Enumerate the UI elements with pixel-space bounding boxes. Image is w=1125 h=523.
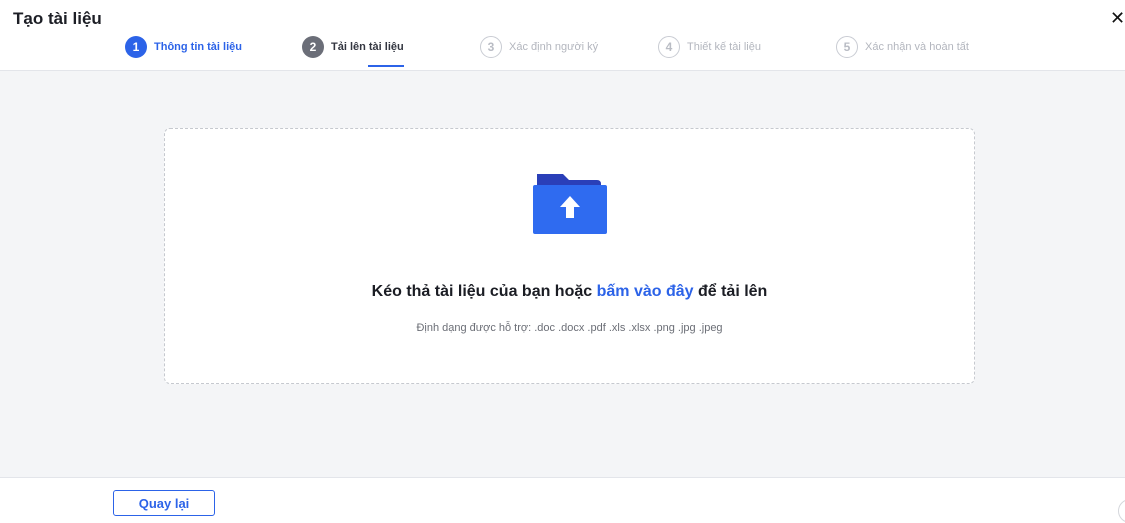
step-label: Xác nhận và hoàn tất <box>865 41 969 53</box>
step-label: Xác định người ký <box>509 41 599 53</box>
upload-area: Kéo thả tài liệu của bạn hoặc bấm vào đâ… <box>0 71 1125 477</box>
dropzone-instructions: Kéo thả tài liệu của bạn hoặc bấm vào đâ… <box>165 283 974 301</box>
back-button[interactable]: Quay lại <box>113 490 215 516</box>
step-label: Tải lên tài liệu <box>331 41 404 53</box>
modal-footer: Quay lại <box>0 477 1125 523</box>
browse-files-link[interactable]: bấm vào đây <box>597 283 694 300</box>
step-number: 4 <box>658 36 680 58</box>
folder-upload-icon <box>533 174 607 234</box>
step-number: 2 <box>302 36 324 58</box>
file-dropzone[interactable]: Kéo thả tài liệu của bạn hoặc bấm vào đâ… <box>164 128 975 384</box>
step-3-signers: 3 Xác định người ký <box>480 36 598 58</box>
step-number: 5 <box>836 36 858 58</box>
instruction-text: Kéo thả tài liệu của bạn hoặc <box>371 283 597 300</box>
floating-help-button[interactable] <box>1118 499 1125 523</box>
supported-formats: Định dạng được hỗ trợ: .doc .docx .pdf .… <box>416 322 723 334</box>
step-number: 3 <box>480 36 502 58</box>
step-4-design: 4 Thiết kế tài liệu <box>658 36 761 58</box>
page-title: Tạo tài liệu <box>13 9 102 28</box>
step-2-upload[interactable]: 2 Tải lên tài liệu <box>302 36 404 58</box>
current-step-indicator <box>368 65 404 67</box>
instruction-text-end: để tải lên <box>693 283 768 300</box>
step-label: Thiết kế tài liệu <box>687 41 761 53</box>
modal-header: Tạo tài liệu ✕ 1 Thông tin tài liệu 2 Tả… <box>0 0 1125 71</box>
close-icon[interactable]: ✕ <box>1110 8 1125 28</box>
step-label: Thông tin tài liệu <box>154 41 242 53</box>
step-1-document-info[interactable]: 1 Thông tin tài liệu <box>125 36 242 58</box>
step-number: 1 <box>125 36 147 58</box>
step-5-confirm: 5 Xác nhận và hoàn tất <box>836 36 969 58</box>
